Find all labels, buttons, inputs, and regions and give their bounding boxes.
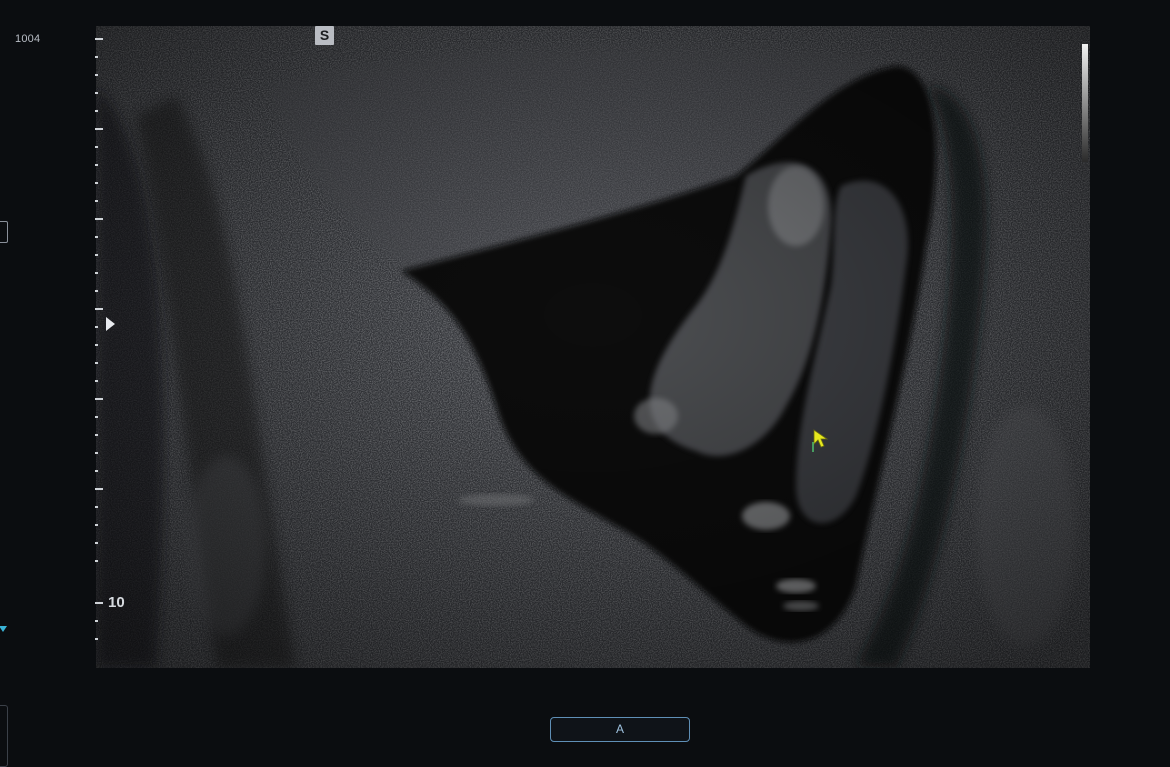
depth-tick xyxy=(95,164,98,166)
grayscale-bar xyxy=(1082,44,1088,162)
depth-tick xyxy=(95,488,103,490)
depth-tick xyxy=(95,638,98,640)
depth-tick xyxy=(95,326,98,328)
depth-tick xyxy=(95,236,98,238)
depth-tick xyxy=(95,218,103,220)
depth-tick xyxy=(95,344,98,346)
depth-tick xyxy=(95,146,98,148)
depth-tick xyxy=(95,272,98,274)
depth-tick xyxy=(95,128,103,130)
depth-scale xyxy=(95,38,105,640)
depth-tick xyxy=(95,380,98,382)
frame-id-label: 1004 xyxy=(15,33,41,45)
depth-tick xyxy=(95,506,98,508)
side-marker-icon xyxy=(0,626,7,632)
depth-tick xyxy=(95,290,98,292)
depth-tick xyxy=(95,524,98,526)
ultrasound-texture xyxy=(96,26,1090,668)
a-mode-button[interactable]: A xyxy=(550,717,690,742)
depth-tick xyxy=(95,308,103,310)
depth-tick xyxy=(95,416,98,418)
probe-orientation-badge: S xyxy=(315,26,334,45)
depth-tick xyxy=(95,620,98,622)
depth-tick xyxy=(95,182,98,184)
depth-tick xyxy=(95,560,98,562)
depth-tick xyxy=(95,542,98,544)
depth-tick xyxy=(95,434,98,436)
depth-tick xyxy=(95,56,98,58)
depth-tick xyxy=(95,602,103,604)
depth-tick xyxy=(95,398,103,400)
depth-tick xyxy=(95,254,98,256)
depth-tick xyxy=(95,452,98,454)
depth-tick xyxy=(95,38,103,40)
depth-tick xyxy=(95,92,98,94)
pointer-arrow-icon[interactable] xyxy=(812,428,832,452)
depth-tick xyxy=(95,74,98,76)
focus-triangle-icon[interactable] xyxy=(106,317,115,331)
depth-label: 10 xyxy=(108,594,125,611)
ultrasound-image[interactable] xyxy=(96,26,1090,668)
depth-tick xyxy=(95,200,98,202)
depth-tick xyxy=(95,362,98,364)
depth-tick xyxy=(95,110,98,112)
depth-tick xyxy=(95,470,98,472)
left-panel-box[interactable] xyxy=(0,221,8,243)
